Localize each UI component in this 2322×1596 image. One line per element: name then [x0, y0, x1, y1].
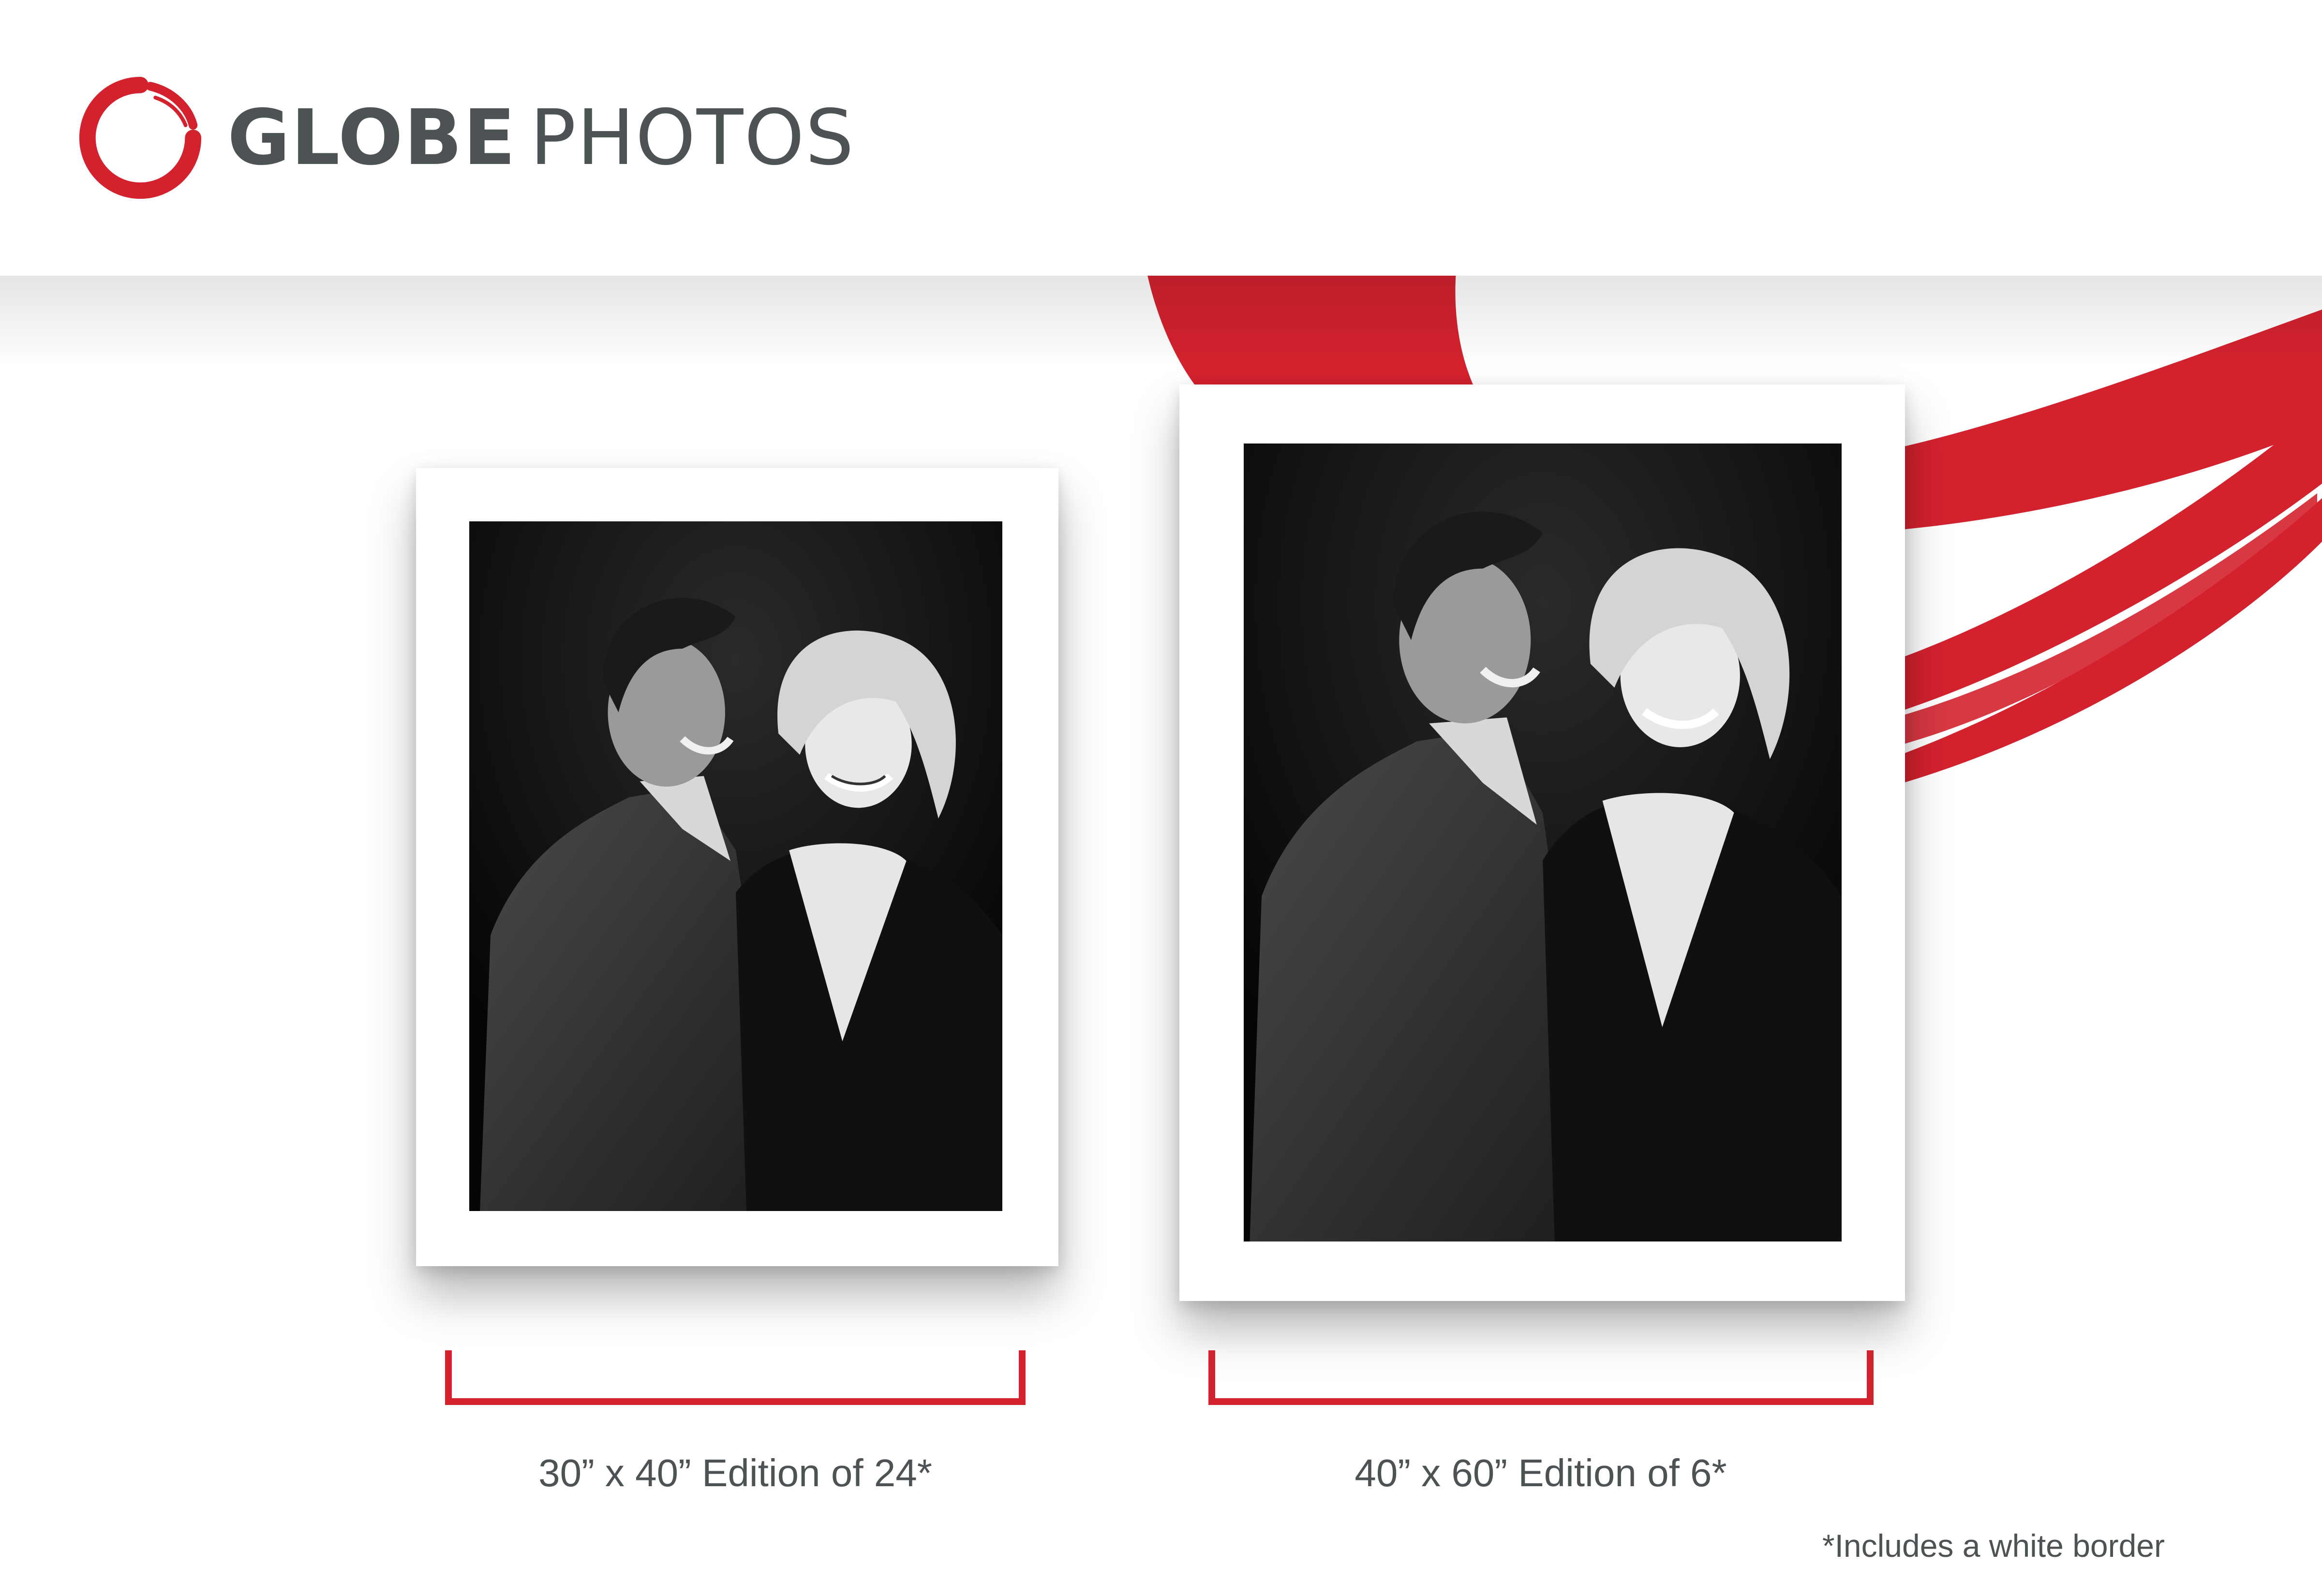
edition-caption-small: 30” x 40” Edition of 24*: [538, 1451, 932, 1494]
white-border-footnote: *Includes a white border: [1822, 1528, 2165, 1564]
print-photo-small: [469, 521, 1002, 1211]
header-shadow: [0, 276, 2322, 368]
header: GLOBE PHOTOS: [0, 0, 2322, 276]
portrait-photo-image: [469, 521, 1002, 1211]
size-bracket-large: [1208, 1350, 1874, 1405]
size-bracket-small: [445, 1350, 1026, 1405]
globe-photos-logo[interactable]: GLOBE PHOTOS: [77, 73, 855, 203]
portrait-photo-image: [1244, 443, 1842, 1241]
print-frame-small[interactable]: [416, 468, 1058, 1266]
brand-name: GLOBE PHOTOS: [227, 100, 855, 176]
print-frame-large[interactable]: [1179, 384, 1905, 1301]
print-photo-large: [1244, 443, 1842, 1241]
brand-name-light: PHOTOS: [530, 93, 855, 182]
edition-caption-large: 40” x 60” Edition of 6*: [1354, 1451, 1727, 1494]
red-brush-circle-icon: [79, 76, 202, 199]
brand-name-bold: GLOBE: [227, 93, 517, 182]
